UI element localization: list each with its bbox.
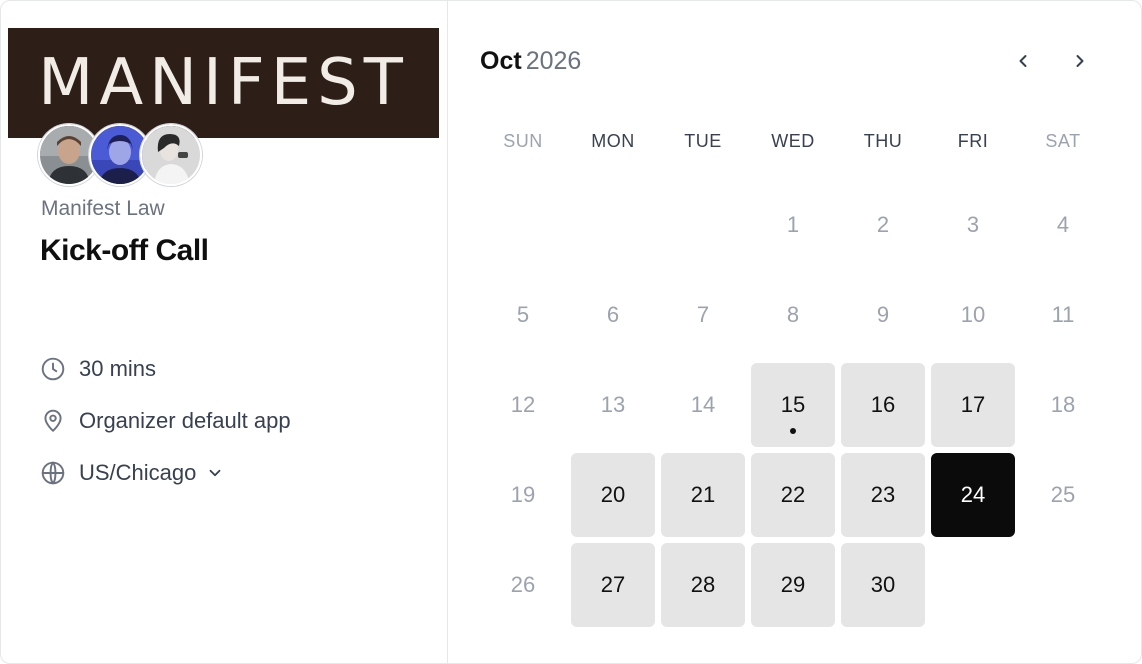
day-cell-22[interactable]: 22 <box>751 453 835 537</box>
day-cell-4: 4 <box>1021 183 1105 267</box>
brand-logo: MANIFEST <box>8 28 439 138</box>
weekday-thu: THU <box>863 131 903 151</box>
day-number: 4 <box>1056 212 1070 237</box>
day-cell-11: 11 <box>1021 273 1105 357</box>
chevron-down-icon <box>206 464 224 482</box>
day-number: 7 <box>696 302 710 327</box>
event-info-panel: MANIFEST Manifest Law Kick-off Call 30 m… <box>1 1 448 663</box>
next-month-button[interactable] <box>1065 48 1095 78</box>
day-cell-15[interactable]: 15 <box>751 363 835 447</box>
day-cell-14: 14 <box>661 363 745 447</box>
duration-text: 30 mins <box>79 356 157 381</box>
day-number: 23 <box>870 482 896 507</box>
day-number: 11 <box>1051 302 1075 327</box>
calendar-panel: Oct 2026 SUN MON TUE WED THU FRI SAT 1234567891… <box>448 1 1141 663</box>
day-number: 10 <box>960 302 986 327</box>
day-number: 17 <box>960 392 986 417</box>
day-number: 24 <box>960 482 986 507</box>
day-cell-6: 6 <box>571 273 655 357</box>
day-cell-10: 10 <box>931 273 1015 357</box>
day-number: 8 <box>786 302 800 327</box>
duration-row: 30 mins <box>40 355 156 383</box>
day-number: 19 <box>510 482 536 507</box>
day-number: 3 <box>966 212 980 237</box>
day-number: 28 <box>690 572 716 597</box>
booking-card: MANIFEST Manifest Law Kick-off Call 30 m… <box>0 0 1142 664</box>
day-number: 6 <box>606 302 620 327</box>
day-number: 1 <box>786 212 800 237</box>
day-cell-21[interactable]: 21 <box>661 453 745 537</box>
location-row: Organizer default app <box>40 407 291 435</box>
weekday-wed: WED <box>771 131 815 151</box>
month-heading: Oct 2026 <box>480 47 581 76</box>
chevron-right-icon <box>1070 51 1090 76</box>
day-number: 18 <box>1050 392 1076 417</box>
day-number: 14 <box>690 392 716 417</box>
today-indicator <box>790 428 796 434</box>
day-cell-13: 13 <box>571 363 655 447</box>
day-number: 20 <box>600 482 626 507</box>
day-number: 26 <box>510 572 536 597</box>
day-number: 9 <box>876 302 890 327</box>
day-number: 22 <box>780 482 806 507</box>
day-number: 13 <box>600 392 626 417</box>
organization-name: Manifest Law <box>41 197 165 220</box>
day-cell-20[interactable]: 20 <box>571 453 655 537</box>
event-title: Kick-off Call <box>40 234 209 267</box>
day-cell-9: 9 <box>841 273 925 357</box>
clock-icon <box>40 356 66 382</box>
day-cell-29[interactable]: 29 <box>751 543 835 627</box>
day-cell-12: 12 <box>481 363 565 447</box>
day-cell-5: 5 <box>481 273 565 357</box>
day-cell-19: 19 <box>481 453 565 537</box>
map-pin-icon <box>40 408 66 434</box>
globe-icon <box>40 460 66 486</box>
day-cell-2: 2 <box>841 183 925 267</box>
day-number: 21 <box>690 482 716 507</box>
day-number: 15 <box>780 392 806 417</box>
timezone-select[interactable]: US/Chicago <box>40 459 224 487</box>
day-number: 29 <box>780 572 806 597</box>
day-number: 30 <box>870 572 896 597</box>
prev-month-button[interactable] <box>1008 48 1038 78</box>
day-number: 27 <box>600 572 626 597</box>
timezone-text: US/Chicago <box>79 460 197 485</box>
day-number: 16 <box>870 392 896 417</box>
day-cell-27[interactable]: 27 <box>571 543 655 627</box>
brand-logo-text: MANIFEST <box>38 46 409 120</box>
day-number: 12 <box>510 392 536 417</box>
day-cell-7: 7 <box>661 273 745 357</box>
weekday-sun: SUN <box>503 131 543 151</box>
day-cell-17[interactable]: 17 <box>931 363 1015 447</box>
day-cell-1: 1 <box>751 183 835 267</box>
day-cell-16[interactable]: 16 <box>841 363 925 447</box>
chevron-left-icon <box>1013 51 1033 76</box>
day-number: 2 <box>876 212 890 237</box>
day-cell-30[interactable]: 30 <box>841 543 925 627</box>
day-cell-3: 3 <box>931 183 1015 267</box>
day-cell-25: 25 <box>1021 453 1105 537</box>
weekday-mon: MON <box>591 131 635 151</box>
day-number: 25 <box>1050 482 1076 507</box>
day-cell-28[interactable]: 28 <box>661 543 745 627</box>
month-year: 2026 <box>525 47 582 75</box>
location-text: Organizer default app <box>79 408 291 433</box>
weekday-fri: FRI <box>957 131 989 151</box>
day-cell-24[interactable]: 24 <box>931 453 1015 537</box>
weekday-tue: TUE <box>684 131 722 151</box>
day-cell-26: 26 <box>481 543 565 627</box>
day-cell-23[interactable]: 23 <box>841 453 925 537</box>
day-cell-18: 18 <box>1021 363 1105 447</box>
month-name: Oct <box>480 47 522 75</box>
weekday-sat: SAT <box>1045 131 1081 151</box>
day-number: 5 <box>516 302 530 327</box>
avatar <box>140 124 202 186</box>
day-cell-8: 8 <box>751 273 835 357</box>
